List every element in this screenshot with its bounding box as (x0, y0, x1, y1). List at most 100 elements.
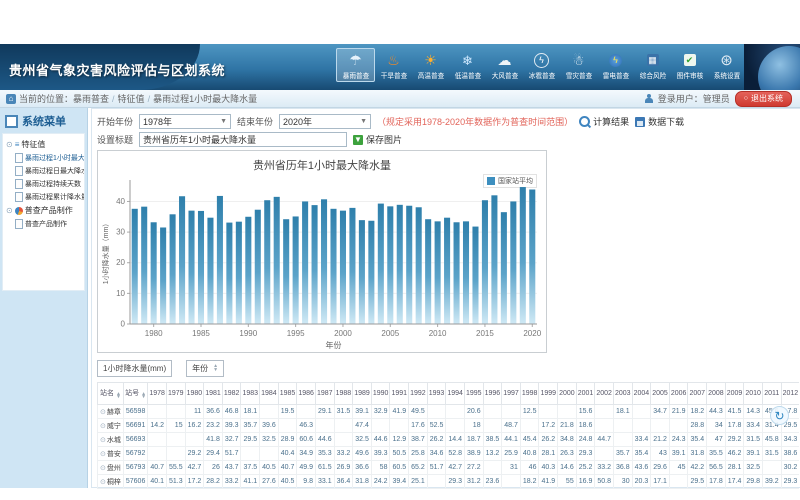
value-cell: 31.5 (334, 405, 353, 419)
breadcrumb-item[interactable]: 暴雨普查 (73, 94, 109, 104)
value-cell: 21.8 (558, 419, 577, 433)
value-cell: 33.2 (334, 447, 353, 461)
col-header-year[interactable]: 1980 (185, 383, 204, 405)
row-expand-icon[interactable]: ⊙ (100, 465, 106, 472)
breadcrumb-item[interactable]: 暴雨过程1小时最大降水量 (153, 94, 257, 104)
breadcrumb-item[interactable]: 特征值 (118, 94, 145, 104)
year-sort-filter[interactable]: 年份 ▲▼ (186, 360, 224, 377)
value-cell: 14.2 (148, 419, 167, 433)
col-header-year[interactable]: 2010 (744, 383, 763, 405)
col-header-year[interactable]: 1985 (278, 383, 297, 405)
value-cell (166, 405, 185, 419)
nav-item-risk[interactable]: ▦综合风险 (634, 48, 671, 82)
nav-item-map-audit[interactable]: ✔图件审核 (671, 48, 708, 82)
table-row[interactable]: ⊙桐梓5760640.151.317.228.233.241.127.640.5… (98, 475, 800, 489)
nav-item-gale[interactable]: ☁大风普查 (486, 48, 523, 82)
col-header-year[interactable]: 1981 (204, 383, 223, 405)
col-header-year[interactable]: 2003 (613, 383, 632, 405)
nav-item-rainstorm[interactable]: ☂暴雨普查 (336, 48, 375, 82)
col-header-year[interactable]: 2012 (781, 383, 799, 405)
save-image-button[interactable]: ▼ 保存图片 (353, 133, 402, 146)
tree-item[interactable]: 暴雨过程持续天数 (15, 179, 83, 189)
col-header-year[interactable]: 2002 (595, 383, 614, 405)
expand-toggle-icon[interactable]: ⊙ (6, 140, 13, 149)
col-header-year[interactable]: 2000 (558, 383, 577, 405)
col-header-year[interactable]: 2004 (632, 383, 651, 405)
col-header-year[interactable]: 2007 (688, 383, 707, 405)
col-header-year[interactable]: 1989 (353, 383, 372, 405)
start-year-select[interactable]: 1978年▼ (139, 114, 231, 129)
table-row[interactable]: ⊙普安5679229.229.451.740.434.935.333.249.6… (98, 447, 800, 461)
col-header-year[interactable]: 2009 (725, 383, 744, 405)
col-header-station[interactable]: 站名▲▼ (98, 383, 124, 405)
tree-item[interactable]: 暴雨过程1小时最大降水量 (15, 153, 83, 163)
value-type-filter[interactable]: 1小时降水量(mm) (97, 360, 172, 377)
table-row[interactable]: ⊙水城5669341.832.729.532.528.960.644.632.5… (98, 433, 800, 447)
col-header-year[interactable]: 2011 (762, 383, 781, 405)
tree-item[interactable]: 普查产品制作 (15, 219, 83, 229)
col-header-year[interactable]: 1983 (241, 383, 260, 405)
col-header-year[interactable]: 1999 (539, 383, 558, 405)
value-cell: 29.5 (688, 475, 707, 489)
row-expand-icon[interactable]: ⊙ (100, 409, 106, 416)
tree-group-0[interactable]: ⊙≡特征值 (6, 139, 83, 150)
col-header-year[interactable]: 2008 (707, 383, 726, 405)
table-row[interactable]: ⊙盘州5679340.755.542.72643.737.540.540.749… (98, 461, 800, 475)
col-header-year[interactable]: 1994 (446, 383, 465, 405)
calculate-button[interactable]: 计算结果 (579, 115, 629, 128)
tree-item[interactable]: 暴雨过程日最大降水量 (15, 166, 83, 176)
col-header-year[interactable]: 2006 (669, 383, 688, 405)
col-header-year[interactable]: 1986 (297, 383, 316, 405)
value-cell: 52.8 (446, 447, 465, 461)
col-header-year[interactable]: 1987 (315, 383, 334, 405)
col-header-year[interactable]: 1979 (166, 383, 185, 405)
data-download-button[interactable]: 数据下载 (635, 115, 684, 128)
tree-item[interactable]: 暴雨过程累计降水量 (15, 192, 83, 202)
tree-item-label: 暴雨过程累计降水量 (25, 192, 85, 202)
col-header-year[interactable]: 1990 (371, 383, 390, 405)
col-header-year[interactable]: 1998 (520, 383, 539, 405)
col-header-year[interactable]: 1997 (502, 383, 521, 405)
value-cell: 39.2 (762, 475, 781, 489)
col-header-year[interactable]: 2001 (576, 383, 595, 405)
row-expand-icon[interactable]: ⊙ (100, 437, 106, 444)
start-year-label: 开始年份 (97, 115, 133, 128)
home-icon: ⌂ (6, 94, 16, 104)
set-title-label: 设置标题 (97, 133, 133, 146)
chart-title-input[interactable]: 贵州省历年1小时最大降水量 (139, 132, 347, 147)
end-year-select[interactable]: 2020年▼ (279, 114, 371, 129)
expand-toggle-icon[interactable]: ⊙ (6, 206, 13, 215)
col-header-year[interactable]: 1984 (260, 383, 279, 405)
table-row[interactable]: ⊙威宁5669114.21516.223.239.335.739.646.347… (98, 419, 800, 433)
col-header-year[interactable]: 1996 (483, 383, 502, 405)
value-cell: 29.3 (576, 447, 595, 461)
col-header-year[interactable]: 1988 (334, 383, 353, 405)
col-header-year[interactable]: 1992 (409, 383, 428, 405)
row-expand-icon[interactable]: ⊙ (100, 423, 106, 430)
col-header-year[interactable]: 1993 (427, 383, 446, 405)
value-cell: 58 (371, 461, 390, 475)
col-header-year[interactable]: 1995 (464, 383, 483, 405)
col-header-year[interactable]: 1991 (390, 383, 409, 405)
value-cell: 36.6 (353, 461, 372, 475)
table-row[interactable]: ⊙赫章565981136.646.818.119.529.131.539.132… (98, 405, 800, 419)
nav-item-snow[interactable]: ☃雪灾普查 (560, 48, 597, 82)
row-expand-icon[interactable]: ⊙ (100, 451, 106, 458)
value-cell: 49.5 (409, 405, 428, 419)
value-cell: 15.6 (576, 405, 595, 419)
tree-group-1[interactable]: ⊙普查产品制作 (6, 205, 83, 216)
nav-item-drought[interactable]: ♨干旱普查 (375, 48, 412, 82)
value-cell: 46.2 (725, 447, 744, 461)
nav-item-lightning[interactable]: ϟ雷电普查 (597, 48, 634, 82)
nav-item-coldwave[interactable]: ❄低温普查 (449, 48, 486, 82)
tree-item-label: 暴雨过程1小时最大降水量 (25, 153, 85, 163)
col-header-id[interactable]: 站号▲▼ (123, 383, 147, 405)
logout-button[interactable]: ○退出系统 (735, 91, 792, 107)
nav-item-heat[interactable]: ☀高温普查 (412, 48, 449, 82)
col-header-year[interactable]: 2005 (651, 383, 670, 405)
col-header-year[interactable]: 1982 (222, 383, 241, 405)
nav-item-settings[interactable]: ⊛系统设置 (708, 48, 745, 82)
row-expand-icon[interactable]: ⊙ (100, 479, 106, 486)
nav-item-hail[interactable]: ϟ冰雹普查 (523, 48, 560, 82)
col-header-year[interactable]: 1978 (148, 383, 167, 405)
